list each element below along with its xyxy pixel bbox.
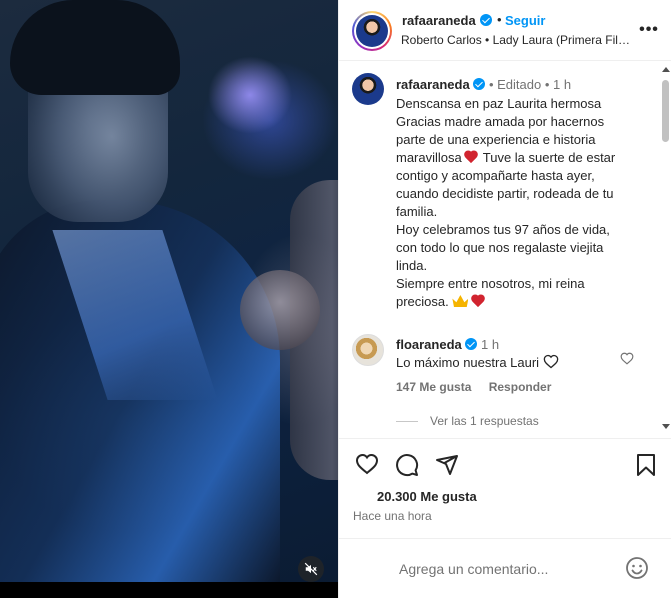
more-options-icon: ••• (639, 21, 659, 38)
author-username[interactable]: rafaaraneda (402, 13, 476, 28)
post-details-panel: rafaaraneda • Seguir Roberto Carlos • La… (338, 0, 671, 598)
more-options-button[interactable]: ••• (639, 20, 659, 40)
crown-emoji-icon (452, 295, 469, 307)
mute-button[interactable] (298, 556, 324, 582)
like-comment-button[interactable] (620, 352, 634, 368)
verified-badge-icon (473, 78, 486, 90)
view-replies-button[interactable]: Ver las 1 respuestas (396, 414, 539, 428)
heart-emoji-icon (472, 295, 486, 307)
like-button[interactable] (355, 453, 379, 478)
comment-input[interactable] (399, 559, 619, 579)
smiley-icon (626, 557, 648, 579)
likes-count[interactable]: 20.300 Me gusta (377, 489, 477, 504)
caption-author-avatar[interactable] (352, 73, 384, 105)
caption-text: Denscansa en paz Laurita hermosa Gracias… (396, 96, 616, 309)
scroll-down-arrow[interactable] (662, 424, 670, 429)
paper-plane-icon (436, 455, 458, 475)
follow-button[interactable]: Seguir (505, 13, 545, 28)
caption-meta: • Editado • 1 h (488, 77, 572, 92)
video-frame (0, 0, 338, 590)
scroll-thumb[interactable] (662, 80, 669, 142)
commenter-avatar[interactable] (352, 334, 384, 366)
verified-badge-icon (465, 338, 478, 350)
verified-badge-icon (480, 14, 492, 26)
comment-button[interactable] (395, 453, 419, 480)
comment-likes[interactable]: 147 Me gusta (396, 380, 471, 394)
comment-text: Lo máximo nuestra Lauri (396, 355, 540, 370)
caption-username[interactable]: rafaaraneda (396, 77, 470, 92)
comment-time: 1 h (481, 337, 500, 352)
comment-composer (339, 538, 671, 598)
comments-scroll-area[interactable]: rafaaraneda • Editado • 1 h Denscansa en… (339, 62, 671, 437)
reply-button[interactable]: Responder (489, 380, 552, 394)
speaker-muted-icon (304, 562, 318, 576)
heart-outline-icon (620, 352, 634, 365)
heart-outline-icon (543, 354, 559, 369)
scrollbar[interactable] (660, 62, 670, 437)
save-button[interactable] (635, 453, 657, 480)
audio-track-link[interactable]: Roberto Carlos • Lady Laura (Primera Fil… (401, 33, 633, 47)
commenter-username[interactable]: floaraneda (396, 337, 462, 352)
post-header: rafaaraneda • Seguir Roberto Carlos • La… (339, 0, 671, 61)
post-timestamp[interactable]: Hace una hora (353, 509, 432, 523)
share-button[interactable] (435, 453, 459, 480)
comment-bubble-icon (396, 454, 419, 477)
instagram-post: rafaaraneda • Seguir Roberto Carlos • La… (0, 0, 671, 598)
bookmark-icon (637, 454, 655, 476)
post-actions: 20.300 Me gusta Hace una hora (339, 438, 671, 528)
heart-outline-icon (355, 453, 379, 475)
emoji-button[interactable] (625, 556, 649, 583)
header-separator: • (497, 12, 502, 27)
post-video[interactable] (0, 0, 338, 598)
scroll-up-arrow[interactable] (662, 67, 670, 72)
broken-heart-emoji-icon (465, 151, 479, 163)
author-avatar[interactable] (352, 11, 392, 51)
